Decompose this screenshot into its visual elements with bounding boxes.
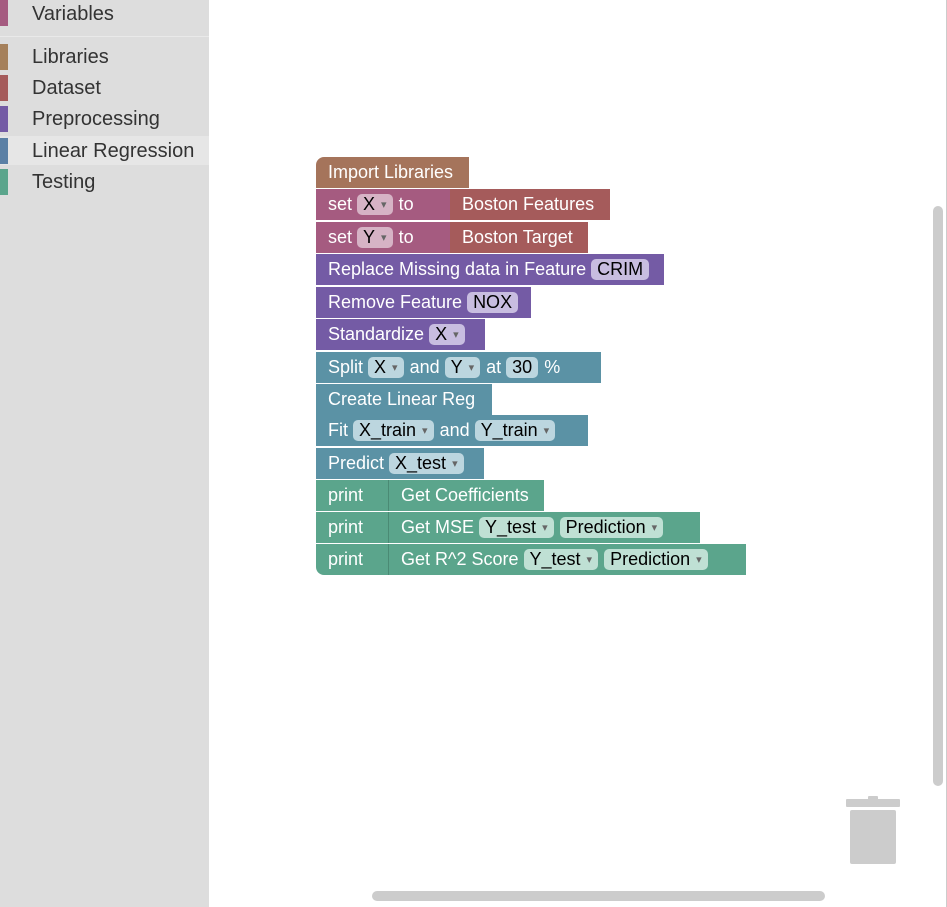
block-label: set [328, 227, 353, 247]
variable-dropdown[interactable]: Prediction [604, 549, 708, 570]
block-label: Split [328, 357, 364, 377]
block-label: print [328, 485, 364, 505]
block-fit[interactable]: Fit X_train and Y_train [316, 415, 588, 446]
block-label: to [398, 227, 414, 247]
category-linear-regression[interactable]: Linear Regression [0, 136, 209, 165]
toolbox-separator [0, 36, 209, 37]
block-label: Fit [328, 420, 348, 440]
block-print-r2[interactable]: print Get R^2 Score Y_test Prediction [316, 544, 746, 575]
block-label: and [409, 357, 440, 377]
block-predict[interactable]: Predict X_test [316, 448, 484, 479]
variable-dropdown[interactable]: X_test [389, 453, 464, 474]
block-remove-feature[interactable]: Remove Feature NOX [316, 287, 531, 318]
block-label: Create Linear Reg [328, 389, 476, 409]
category-label: Linear Regression [32, 139, 195, 162]
variable-dropdown[interactable]: Y [444, 357, 481, 378]
block-label: Boston Features [462, 194, 595, 214]
block-label: print [328, 549, 364, 569]
category-variables[interactable]: Variables [0, 0, 209, 29]
block-label: at [486, 357, 502, 377]
category-libraries[interactable]: Libraries [0, 42, 209, 71]
percent-field[interactable]: 30 [506, 357, 539, 378]
variable-dropdown[interactable]: Y_test [523, 549, 599, 570]
block-import-libraries[interactable]: Import Libraries [316, 157, 469, 188]
block-label: Import Libraries [328, 162, 454, 182]
category-color-bar [0, 0, 8, 26]
block-split[interactable]: Split X and Y at 30 % [316, 352, 601, 383]
block-standardize[interactable]: Standardize X [316, 319, 485, 350]
block-label: % [544, 357, 561, 377]
block-set-x[interactable]: set X to Boston Features [316, 189, 610, 220]
block-label: Standardize [328, 324, 425, 344]
feature-field[interactable]: NOX [467, 292, 519, 313]
variable-dropdown[interactable]: Prediction [559, 517, 664, 538]
block-replace-missing[interactable]: Replace Missing data in Feature CRIM [316, 254, 664, 285]
category-label: Dataset [32, 76, 101, 99]
horizontal-scrollbar[interactable] [372, 891, 825, 901]
variable-dropdown[interactable]: Y_train [474, 420, 556, 441]
category-label: Preprocessing [32, 107, 160, 130]
block-label: Boston Target [462, 227, 573, 247]
category-testing[interactable]: Testing [0, 167, 209, 196]
block-label: Get R^2 Score [401, 549, 519, 569]
block-label: print [328, 517, 364, 537]
block-label: to [398, 194, 414, 214]
block-create-linear-reg[interactable]: Create Linear Reg [316, 384, 492, 415]
block-print-mse[interactable]: print Get MSE Y_test Prediction [316, 512, 700, 543]
variable-dropdown[interactable]: X [429, 324, 465, 345]
category-color-bar [0, 106, 8, 132]
category-color-bar [0, 44, 8, 70]
block-boston-features[interactable]: Boston Features [450, 189, 610, 220]
variable-dropdown[interactable]: X [357, 194, 393, 215]
category-color-bar [0, 138, 8, 164]
block-label: Get MSE [401, 517, 475, 537]
variable-dropdown[interactable]: Y_test [479, 517, 554, 538]
block-boston-target[interactable]: Boston Target [450, 222, 588, 253]
trash-icon[interactable] [846, 796, 900, 864]
block-label: Remove Feature [328, 292, 463, 312]
block-get-r2-score[interactable]: Get R^2 Score Y_test Prediction [388, 544, 746, 575]
block-label: set [328, 194, 353, 214]
category-preprocessing[interactable]: Preprocessing [0, 104, 209, 133]
feature-field[interactable]: CRIM [591, 259, 650, 280]
variable-dropdown[interactable]: Y [357, 227, 393, 248]
category-label: Libraries [32, 45, 109, 68]
category-dataset[interactable]: Dataset [0, 73, 209, 102]
toolbox: Variables Libraries Dataset Preprocessin… [0, 0, 209, 907]
block-label: and [439, 420, 470, 440]
category-label: Variables [32, 3, 114, 25]
vertical-scrollbar[interactable] [933, 206, 943, 786]
category-color-bar [0, 75, 8, 101]
category-label: Testing [32, 170, 96, 193]
block-label: Replace Missing data in Feature [328, 259, 587, 279]
block-label: Get Coefficients [401, 485, 529, 505]
block-label: Predict [328, 453, 385, 473]
block-get-coefficients[interactable]: Get Coefficients [388, 480, 544, 511]
block-set-y[interactable]: set Y to Boston Target [316, 222, 588, 253]
block-get-mse[interactable]: Get MSE Y_test Prediction [388, 512, 700, 543]
category-color-bar [0, 169, 8, 195]
variable-dropdown[interactable]: X [368, 357, 404, 378]
block-print-coefficients[interactable]: print Get Coefficients [316, 480, 544, 511]
variable-dropdown[interactable]: X_train [353, 420, 434, 441]
